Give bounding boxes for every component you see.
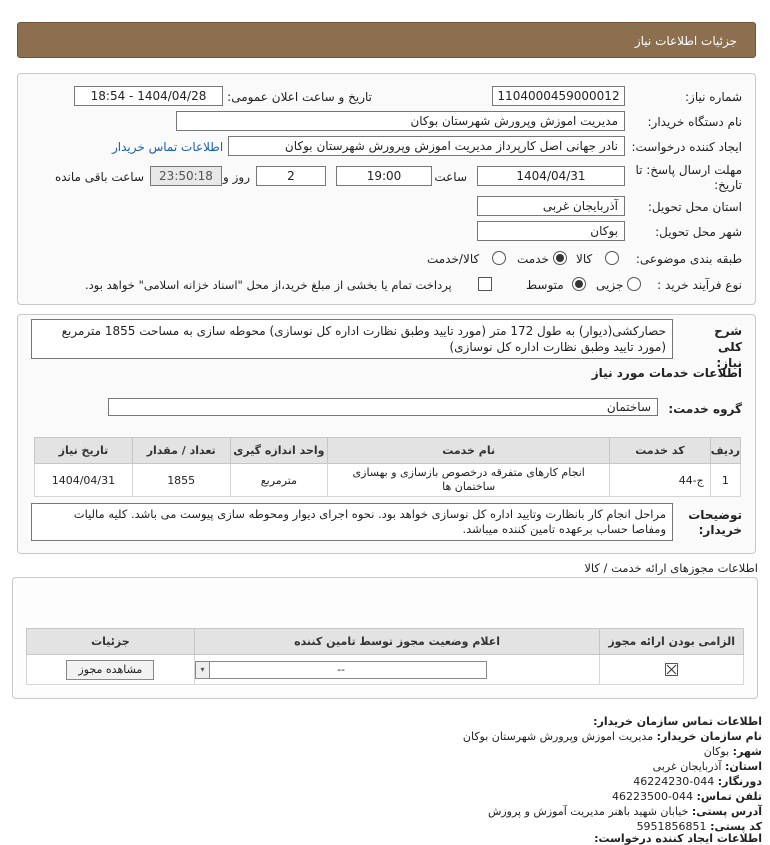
- remaining-time-field[interactable]: 23:50:18: [150, 166, 222, 186]
- col-index: ردیف: [709, 437, 742, 464]
- contact-province-value: آذربایجان غربی: [652, 760, 722, 773]
- contact-address-line: آدرس پستی: خیابان شهید باهنر مدیریت آموز…: [488, 805, 762, 818]
- col-quantity: تعداد / مقدار: [131, 437, 231, 464]
- col-need-date: تاریخ نیاز: [34, 437, 133, 464]
- summary-label: شرح کلی نیاز:: [714, 324, 742, 370]
- creator-info-title: اطلاعات ایجاد کننده درخواست:: [594, 832, 762, 845]
- row-index: 1: [709, 463, 742, 497]
- category-goods-label: کالا: [576, 252, 593, 266]
- deadline-time-label: ساعت: [434, 170, 467, 184]
- buyer-notes-label: توضیحات: [688, 508, 742, 522]
- remaining-days-field[interactable]: 2: [256, 166, 326, 186]
- contact-title: اطلاعات تماس سازمان خریدار:: [593, 715, 762, 728]
- remaining-days-label: روز و: [223, 170, 250, 184]
- contact-address-value: خیابان شهید باهنر مدیریت آموزش و پرورش: [487, 805, 689, 818]
- permits-table-header: الزامی بودن ارائه مجوز اعلام وضعیت مجوز …: [26, 628, 744, 655]
- contact-phone-value: 044-46223500: [612, 790, 694, 803]
- contact-org-line: نام سازمان خریدار: مدیریت اموزش وپرورش ش…: [463, 730, 762, 743]
- contact-fax-line: دورنگار: 044-46224230: [633, 775, 762, 788]
- buyer-contact-link[interactable]: اطلاعات تماس خریدار: [112, 140, 223, 154]
- permit-required-checkbox[interactable]: [665, 663, 679, 677]
- process-minor-label: جزیی: [596, 278, 624, 292]
- category-radio-service[interactable]: [553, 251, 567, 265]
- services-table-header: ردیف کد خدمت نام خدمت واحد اندازه گیری ت…: [34, 437, 742, 464]
- buyer-org-label: نام دستگاه خریدار:: [647, 115, 743, 129]
- contact-city-line: شهر: بوکان: [704, 745, 762, 758]
- row-service-name: انجام کارهای متفرقه درخصوص بازسازی و بهس…: [327, 463, 611, 497]
- contact-fax-label: دورنگار:: [717, 775, 762, 788]
- service-group-label: گروه خدمت:: [668, 402, 742, 416]
- remaining-time-label: ساعت باقی مانده: [54, 170, 144, 184]
- category-radio-goods[interactable]: [605, 251, 619, 265]
- table-row: -- ▾ مشاهده مجوز: [26, 654, 744, 685]
- row-quantity: 1855: [131, 463, 231, 497]
- contact-fax-value: 044-46224230: [633, 775, 715, 788]
- contact-province-label: استان:: [725, 760, 762, 773]
- table-row: 1 ج-44 انجام کارهای متفرقه درخصوص بازساز…: [34, 463, 742, 497]
- category-service-label: خدمت: [517, 252, 549, 266]
- category-goods-service-label: کالا/خدمت: [427, 252, 480, 266]
- col-permit-details: جزئیات: [26, 628, 195, 655]
- deadline-date-field[interactable]: 1404/04/31: [477, 166, 625, 186]
- contact-org-value: مدیریت اموزش وپرورش شهرستان بوکان: [462, 730, 654, 743]
- cross-icon: [666, 664, 677, 675]
- services-section-title: اطلاعات خدمات مورد نیاز: [591, 366, 742, 380]
- category-radio-goods-service[interactable]: [492, 251, 506, 265]
- dropdown-arrow-icon[interactable]: ▾: [196, 661, 211, 678]
- city-field[interactable]: بوکان: [477, 221, 625, 241]
- contact-phone-label: تلفن تماس:: [696, 790, 762, 803]
- deadline-time-field[interactable]: 19:00: [336, 166, 432, 186]
- need-info-panel: [17, 73, 756, 305]
- process-radio-minor[interactable]: [627, 277, 641, 291]
- process-type-label: نوع فرآیند خرید :: [657, 278, 742, 292]
- page-header: جزئیات اطلاعات نیاز: [17, 22, 756, 58]
- province-label: استان محل تحویل:: [647, 200, 742, 214]
- province-field[interactable]: آذربایجان غربی: [477, 196, 625, 216]
- deadline-label: مهلت ارسال پاسخ: تا: [635, 163, 742, 177]
- buyer-notes-text: مراحل انجام کار بانظارت وتایید اداره کل …: [31, 503, 673, 541]
- col-unit: واحد اندازه گیری: [229, 437, 329, 464]
- row-need-date: 1404/04/31: [34, 463, 133, 497]
- process-medium-label: متوسط: [526, 278, 564, 292]
- col-service-name: نام خدمت: [327, 437, 611, 464]
- category-label: طبقه بندی موضوعی:: [635, 252, 742, 266]
- summary-text: حصارکشی(دیوار) به طول 172 متر (مورد تایی…: [31, 319, 673, 359]
- row-service-code: ج-44: [609, 463, 711, 497]
- permit-status-value: --: [337, 662, 346, 676]
- announce-datetime-label: تاریخ و ساعت اعلان عمومی:: [227, 90, 372, 104]
- treasury-payment-checkbox[interactable]: [478, 277, 492, 291]
- announce-datetime-field[interactable]: 1404/04/28 - 18:54: [74, 86, 223, 106]
- permit-status-select[interactable]: -- ▾: [195, 660, 488, 679]
- permit-status-cell: -- ▾: [193, 654, 601, 685]
- contact-phone-line: تلفن تماس: 044-46223500: [612, 790, 762, 803]
- contact-city-value: بوکان: [703, 745, 730, 758]
- treasury-payment-note: پرداخت تمام یا بخشی از مبلغ خرید،از محل …: [85, 278, 452, 292]
- permits-section-title: اطلاعات مجوزهای ارائه خدمت / کالا: [584, 561, 758, 575]
- permits-table: الزامی بودن ارائه مجوز اعلام وضعیت مجوز …: [26, 628, 744, 685]
- deadline-date-label: تاریخ:: [714, 178, 742, 192]
- page-title: جزئیات اطلاعات نیاز: [634, 34, 737, 48]
- view-permit-button[interactable]: مشاهده مجوز: [66, 659, 155, 680]
- permit-required-cell: [599, 654, 744, 685]
- service-group-field[interactable]: ساختمان: [108, 398, 658, 416]
- need-number-field[interactable]: 1104000459000012: [492, 86, 625, 106]
- col-service-code: کد خدمت: [609, 437, 711, 464]
- row-unit: مترمربع: [229, 463, 329, 497]
- contact-org-label: نام سازمان خریدار:: [656, 730, 762, 743]
- col-permit-required: الزامی بودن ارائه مجوز: [599, 628, 744, 655]
- buyer-org-field[interactable]: مدیریت اموزش وپرورش شهرستان بوکان: [176, 111, 625, 131]
- creator-label: ایجاد کننده درخواست:: [631, 140, 742, 154]
- contact-city-label: شهر:: [732, 745, 762, 758]
- services-table: ردیف کد خدمت نام خدمت واحد اندازه گیری ت…: [34, 437, 742, 497]
- need-number-label: شماره نیاز:: [685, 90, 742, 104]
- contact-address-label: آدرس پستی:: [691, 805, 762, 818]
- city-label: شهر محل تحویل:: [655, 225, 742, 239]
- contact-province-line: استان: آذربایجان غربی: [653, 760, 762, 773]
- buyer-notes-label-2: خریدار:: [698, 523, 742, 537]
- col-permit-status: اعلام وضعیت مجوز توسط تامین کننده: [193, 628, 601, 655]
- process-radio-medium[interactable]: [572, 277, 586, 291]
- permit-details-cell: مشاهده مجوز: [26, 654, 195, 685]
- creator-field[interactable]: نادر جهانی اصل کارپرداز مدیریت اموزش وپر…: [228, 136, 625, 156]
